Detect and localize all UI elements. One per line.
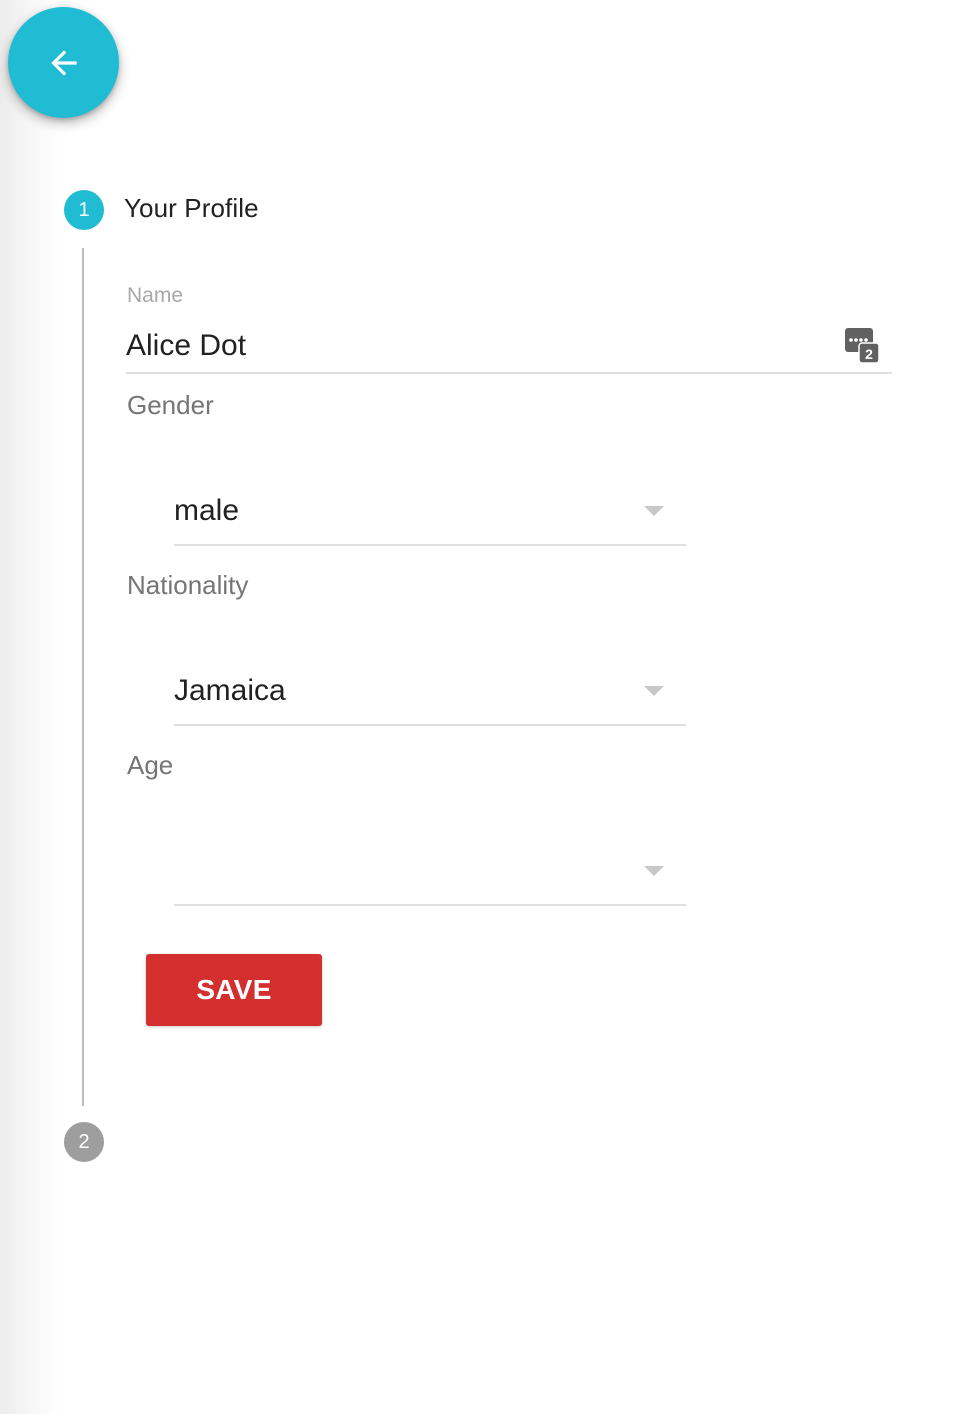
step-1-indicator[interactable]: 1 [64,190,104,230]
name-input[interactable] [126,324,836,368]
caret-down-icon [644,506,664,516]
save-button[interactable]: SAVE [146,954,322,1026]
nationality-label: Nationality [127,570,249,600]
nationality-value: Jamaica [174,674,286,707]
gender-label: Gender [127,390,214,420]
step-1-title[interactable]: Your Profile [124,193,259,224]
caret-down-icon [644,866,664,876]
gender-value: male [174,494,240,527]
step-connector-line [82,248,84,1106]
password-manager-icon[interactable]: 2 [845,328,880,364]
back-button[interactable] [8,7,119,118]
gender-select[interactable]: male [174,484,686,546]
arrow-left-icon [45,44,83,82]
nationality-select[interactable]: Jamaica [174,664,686,726]
name-label: Name [127,284,184,307]
age-label: Age [127,750,174,780]
name-underline [126,372,892,374]
caret-down-icon [644,686,664,696]
step-2-indicator[interactable]: 2 [64,1122,104,1162]
password-manager-badge: 2 [865,346,873,362]
age-select[interactable] [174,844,686,906]
